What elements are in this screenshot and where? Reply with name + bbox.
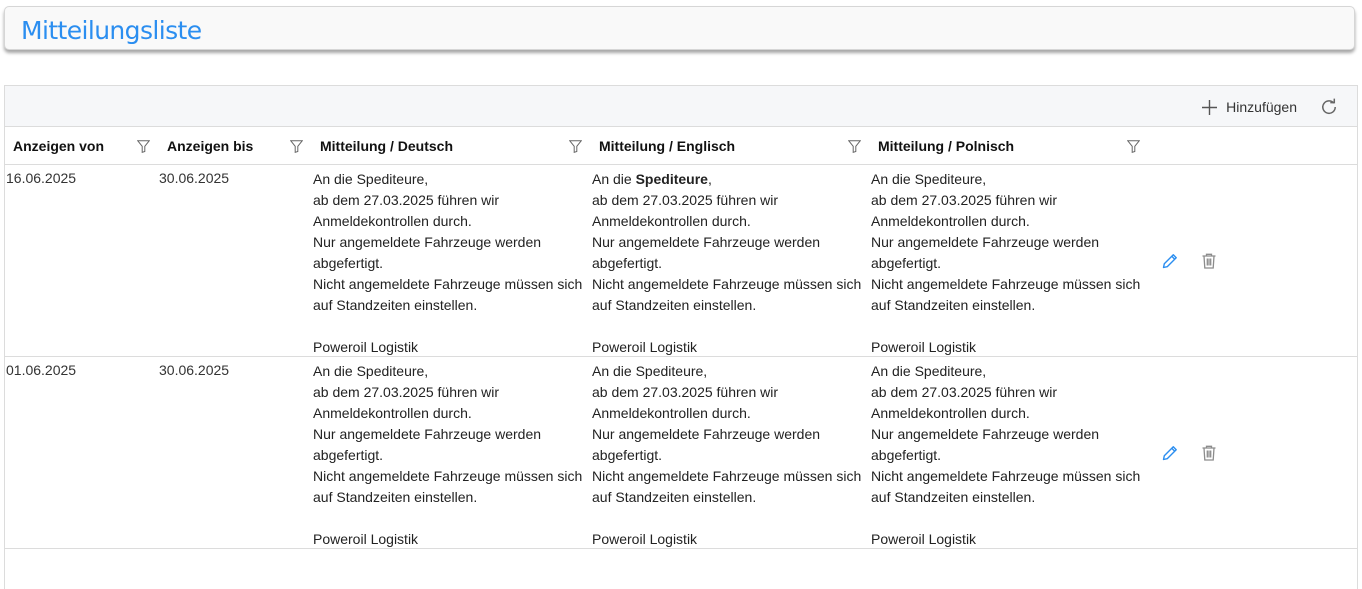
message-en: An die Spediteure, ab dem 27.03.2025 füh…	[592, 361, 861, 550]
column-label: Anzeigen bis	[167, 138, 254, 154]
message-en-prefix: An die	[592, 171, 636, 187]
column-label: Anzeigen von	[13, 138, 105, 154]
message-pl: An die Spediteure, ab dem 27.03.2025 füh…	[871, 363, 1141, 547]
grid-header: Anzeigen von Anzeigen bis Mitteilung / D…	[5, 126, 1357, 165]
filter-icon[interactable]	[569, 140, 582, 153]
refresh-icon[interactable]	[1319, 97, 1339, 117]
date-to: 30.06.2025	[159, 170, 230, 186]
plus-icon	[1202, 99, 1218, 115]
page-title: Mitteilungsliste	[21, 16, 202, 45]
pencil-icon[interactable]	[1161, 444, 1179, 462]
date-from: 01.06.2025	[6, 362, 77, 378]
column-label: Mitteilung / Polnisch	[878, 138, 1015, 154]
filter-icon[interactable]	[290, 140, 303, 153]
page-header: Mitteilungsliste	[4, 6, 1355, 50]
message-pl: An die Spediteure, ab dem 27.03.2025 füh…	[871, 171, 1141, 355]
message-de: An die Spediteure, ab dem 27.03.2025 füh…	[313, 363, 583, 547]
column-label: Mitteilung / Englisch	[599, 138, 736, 154]
pencil-icon[interactable]	[1161, 252, 1179, 270]
date-to: 30.06.2025	[159, 362, 230, 378]
column-label: Mitteilung / Deutsch	[320, 138, 453, 154]
message-de: An die Spediteure, ab dem 27.03.2025 füh…	[313, 171, 583, 355]
message-en-bold: Spediteure	[635, 171, 708, 187]
trash-icon[interactable]	[1200, 252, 1218, 270]
message-en-rest: , ab dem 27.03.2025 führen wir Anmeldeko…	[592, 171, 862, 355]
table-row[interactable]: 16.06.2025 30.06.2025 An die Spediteure,…	[5, 165, 1357, 357]
trash-icon[interactable]	[1200, 444, 1218, 462]
filter-icon[interactable]	[848, 140, 861, 153]
message-en-rest: An die Spediteure, ab dem 27.03.2025 füh…	[592, 363, 862, 547]
message-en: An die Spediteure, ab dem 27.03.2025 füh…	[592, 169, 861, 358]
filter-icon[interactable]	[137, 140, 150, 153]
add-button-label: Hinzufügen	[1226, 99, 1297, 115]
table-row[interactable]: 01.06.2025 30.06.2025 An die Spediteure,…	[5, 357, 1357, 549]
date-from: 16.06.2025	[6, 170, 77, 186]
grid-toolbar: Hinzufügen	[5, 86, 1357, 126]
add-button[interactable]: Hinzufügen	[1201, 96, 1297, 118]
message-grid: Hinzufügen Anzeigen von Anzeigen bis Mit…	[4, 85, 1358, 589]
filter-icon[interactable]	[1127, 140, 1140, 153]
